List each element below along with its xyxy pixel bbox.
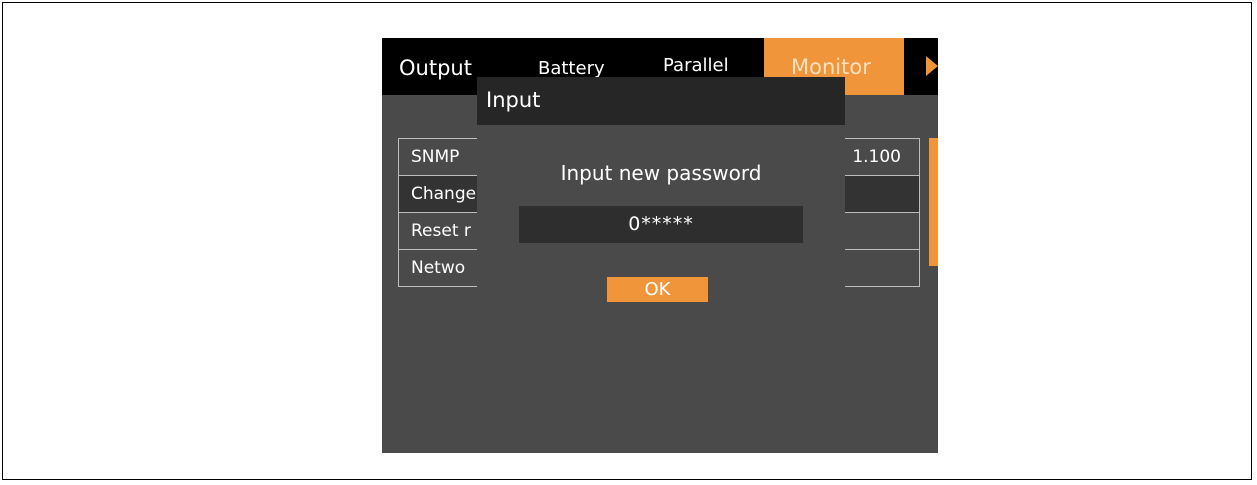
dialog-header: Input	[477, 77, 845, 125]
tab-parallel[interactable]: Parallel	[663, 55, 729, 76]
tab-output[interactable]: Output	[399, 56, 472, 80]
ok-button[interactable]: OK	[607, 277, 708, 302]
list-item-label: SNMP	[411, 147, 460, 167]
scrollbar[interactable]	[929, 138, 938, 266]
password-input[interactable]: 0*****	[519, 206, 803, 243]
device-screen: Output Battery Parallel Monitor SNMP 1.1…	[382, 38, 938, 453]
list-item-label: Change	[411, 184, 477, 204]
input-dialog: Input Input new password 0***** OK	[477, 77, 845, 347]
list-item-label: Reset r	[411, 221, 471, 241]
dialog-prompt: Input new password	[560, 161, 762, 185]
list-item-label: Netwo	[411, 258, 466, 278]
tab-battery[interactable]: Battery	[538, 58, 605, 79]
dialog-title: Input	[486, 88, 541, 112]
next-tab-arrow-icon[interactable]	[926, 56, 938, 76]
list-item-value: 1.100	[852, 147, 901, 167]
